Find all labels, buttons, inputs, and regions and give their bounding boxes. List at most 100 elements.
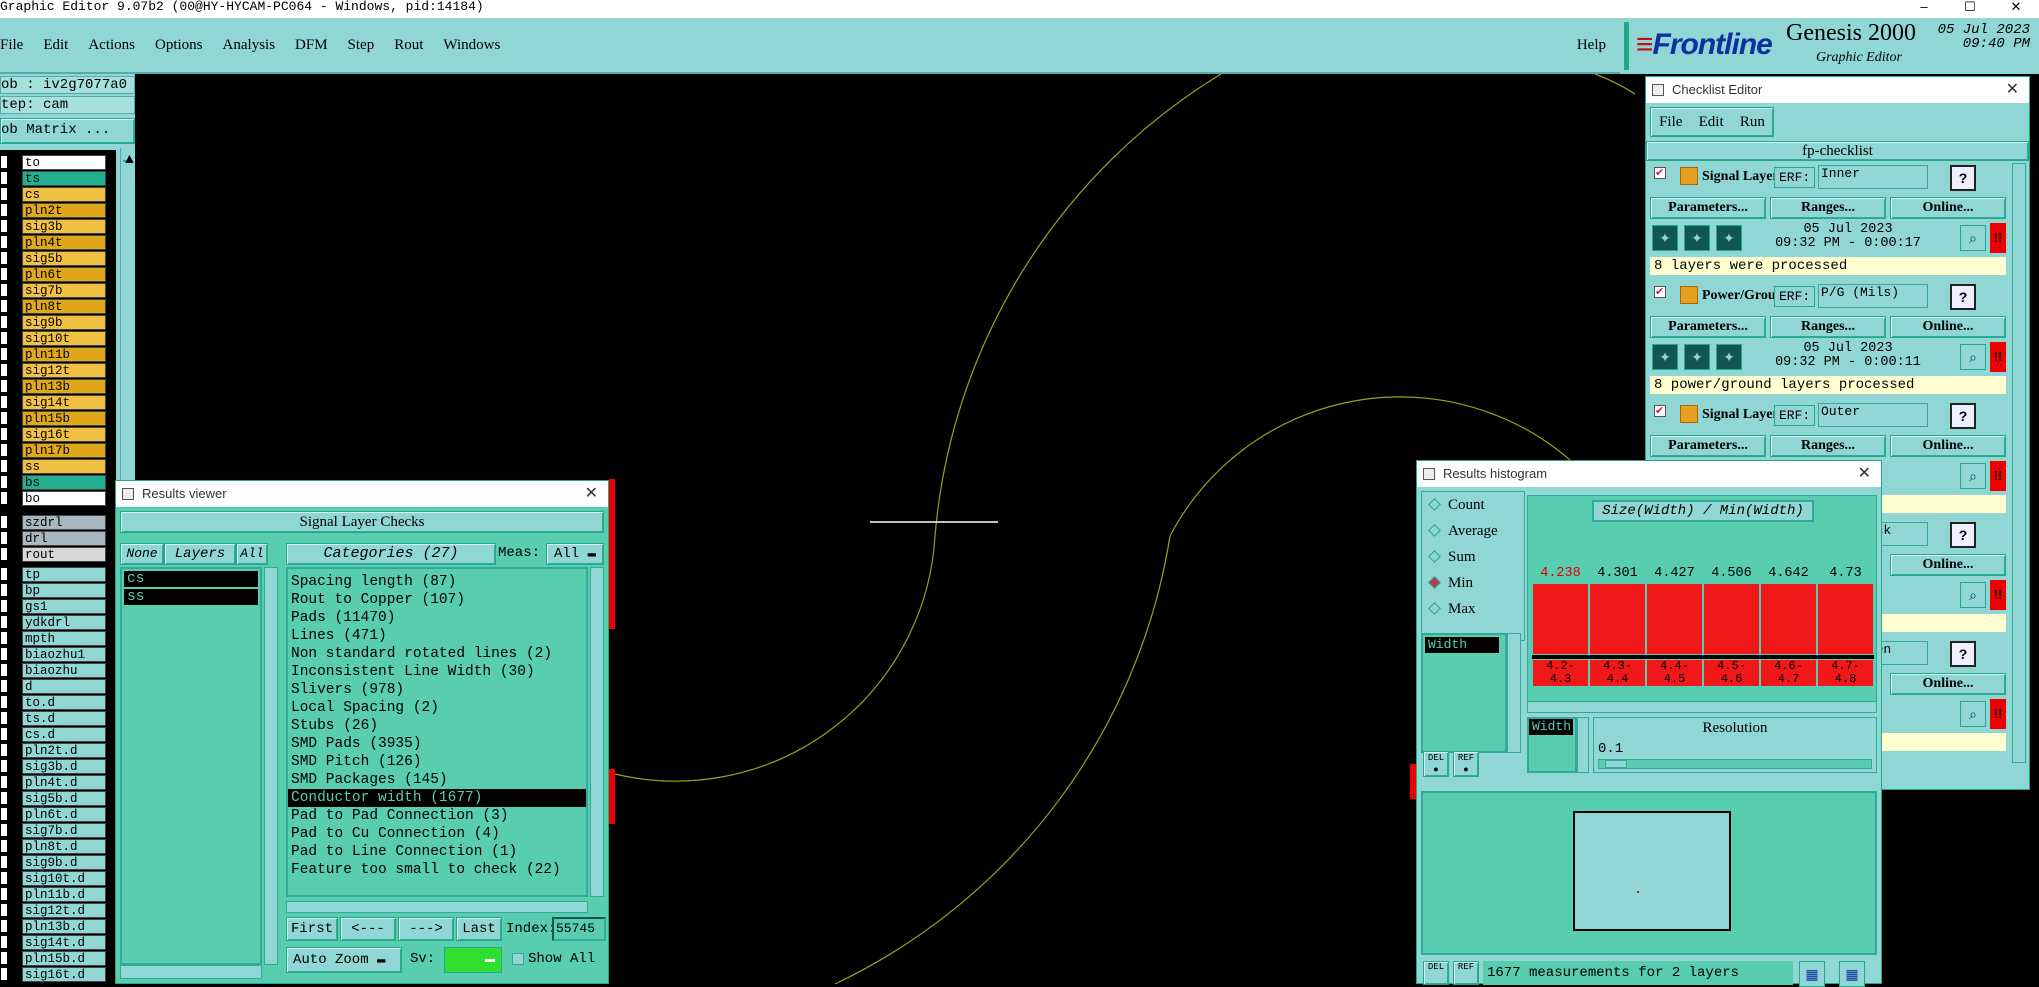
category-item[interactable]: Slivers (978) [288, 681, 586, 699]
layer-row[interactable]: sig3b [0, 218, 106, 234]
layer-affected-box[interactable] [0, 967, 8, 981]
checklist-menu-file[interactable]: File [1659, 114, 1682, 131]
layer-name[interactable]: sig9b.d [22, 854, 106, 870]
layer-row[interactable]: pln4t [0, 234, 106, 250]
layer-affected-box[interactable] [0, 283, 8, 297]
layer-name[interactable]: sig10t.d [22, 870, 106, 886]
layers-hscrollbar[interactable] [120, 965, 262, 979]
layer-row[interactable]: pln13b [0, 378, 106, 394]
layer-affected-box[interactable] [0, 219, 8, 233]
layer-row[interactable]: sig14t [0, 394, 106, 410]
layer-name[interactable]: tp [22, 566, 106, 582]
layer-affected-box[interactable] [0, 871, 8, 885]
layer-name[interactable]: pln15b [22, 410, 106, 426]
menu-help[interactable]: Help [1577, 37, 1606, 54]
ref-button[interactable]: REF ● [1453, 751, 1479, 777]
magnify-icon[interactable]: ⌕ [1960, 463, 1986, 489]
layer-row[interactable]: pln2t.d [0, 742, 106, 758]
zoom-dropdown[interactable]: Auto Zoom ▬ [286, 947, 402, 973]
erf-dropdown[interactable]: Outer [1818, 403, 1928, 427]
layer-row[interactable]: sig14t.d [0, 934, 106, 950]
layers-scrollbar[interactable] [264, 567, 278, 965]
action-checkbox[interactable]: ✔ [1654, 167, 1666, 179]
layer-row[interactable]: pln4t.d [0, 774, 106, 790]
layer-row[interactable]: bp [0, 582, 106, 598]
chart-export-icon[interactable]: ▦ [1839, 961, 1865, 987]
layer-affected-box[interactable] [0, 775, 8, 789]
layer-name[interactable]: cs.d [22, 726, 106, 742]
mode-radio-average[interactable]: Average [1422, 518, 1524, 544]
layer-row[interactable]: to [0, 154, 106, 170]
layer-name[interactable]: sig7b [22, 282, 106, 298]
chart-hscrollbar[interactable] [1527, 701, 1877, 713]
checklist-scrollbar[interactable] [2012, 163, 2026, 763]
layer-name[interactable]: pln11b.d [22, 886, 106, 902]
histogram-bar[interactable] [1704, 584, 1759, 654]
run-icon[interactable]: ✦ [1684, 344, 1710, 370]
layer-affected-box[interactable] [0, 203, 8, 217]
menu-dfm[interactable]: DFM [295, 37, 328, 54]
layer-affected-box[interactable] [0, 839, 8, 853]
layer-row[interactable]: bo [0, 490, 106, 506]
layer-name[interactable]: d [22, 678, 106, 694]
online-button[interactable]: Online... [1890, 197, 2006, 219]
erf-dropdown[interactable]: P/G (Mils) [1818, 284, 1928, 308]
magnify-icon[interactable]: ⌕ [1960, 582, 1986, 608]
layer-row[interactable]: pln11b.d [0, 886, 106, 902]
layer-affected-box[interactable] [0, 743, 8, 757]
resolution-list-scrollbar[interactable] [1577, 717, 1589, 773]
magnify-icon[interactable]: ⌕ [1960, 701, 1986, 727]
layer-row[interactable]: sig9b.d [0, 854, 106, 870]
layer-name[interactable]: ss [22, 458, 106, 474]
layer-affected-box[interactable] [0, 567, 8, 581]
layer-affected-box[interactable] [0, 251, 8, 265]
layer-name[interactable]: pln8t.d [22, 838, 106, 854]
layer-affected-box[interactable] [0, 679, 8, 693]
layer-row[interactable]: sig5b [0, 250, 106, 266]
layer-row[interactable]: sig12t [0, 362, 106, 378]
run-icon[interactable]: ✦ [1716, 225, 1742, 251]
layer-name[interactable]: pln15b.d [22, 950, 106, 966]
layer-name[interactable]: ts [22, 170, 106, 186]
layers-none-button[interactable]: None [120, 543, 164, 565]
nav-prev-button[interactable]: <--- [340, 917, 396, 941]
layer-name[interactable]: sig14t.d [22, 934, 106, 950]
index-input[interactable]: 55745 [552, 917, 606, 941]
layer-affected-box[interactable] [0, 515, 8, 529]
layer-affected-box[interactable] [0, 491, 8, 505]
category-item[interactable]: Feature too small to check (22) [288, 861, 586, 879]
category-item[interactable]: SMD Packages (145) [288, 771, 586, 789]
magnify-icon[interactable]: ⌕ [1960, 344, 1986, 370]
results-layer-item[interactable]: cs [124, 571, 258, 587]
layer-row[interactable]: biaozhu1 [0, 646, 106, 662]
layer-name[interactable]: pln11b [22, 346, 106, 362]
layer-row[interactable]: gs1 [0, 598, 106, 614]
category-item[interactable]: SMD Pads (3935) [288, 735, 586, 753]
mode-radio-sum[interactable]: Sum [1422, 544, 1524, 570]
layer-name[interactable]: pln2t [22, 202, 106, 218]
parameters-button[interactable]: Parameters... [1650, 197, 1766, 219]
layer-row[interactable]: mpth [0, 630, 106, 646]
close-icon[interactable]: ✕ [585, 481, 598, 507]
layer-row[interactable]: pln13b.d [0, 918, 106, 934]
layer-name[interactable]: sig12t [22, 362, 106, 378]
layer-affected-box[interactable] [0, 647, 8, 661]
ranges-button[interactable]: Ranges... [1770, 316, 1886, 338]
layer-row[interactable]: sig3b.d [0, 758, 106, 774]
close-icon[interactable]: ✕ [1858, 461, 1871, 487]
help-icon[interactable]: ? [1950, 641, 1976, 667]
layer-affected-box[interactable] [0, 315, 8, 329]
layer-affected-box[interactable] [0, 443, 8, 457]
layer-row[interactable]: ydkdrl [0, 614, 106, 630]
menu-file[interactable]: File [0, 37, 23, 54]
layer-name[interactable]: bs [22, 474, 106, 490]
layer-affected-box[interactable] [0, 411, 8, 425]
category-item[interactable]: Lines (471) [288, 627, 586, 645]
layer-name[interactable]: pln17b [22, 442, 106, 458]
layer-affected-box[interactable] [0, 459, 8, 473]
layer-row[interactable]: ss [0, 458, 106, 474]
category-item[interactable]: Non standard rotated lines (2) [288, 645, 586, 663]
layer-name[interactable]: drl [22, 530, 106, 546]
action-checkbox[interactable]: ✔ [1654, 286, 1666, 298]
layer-name[interactable]: to [22, 154, 106, 170]
